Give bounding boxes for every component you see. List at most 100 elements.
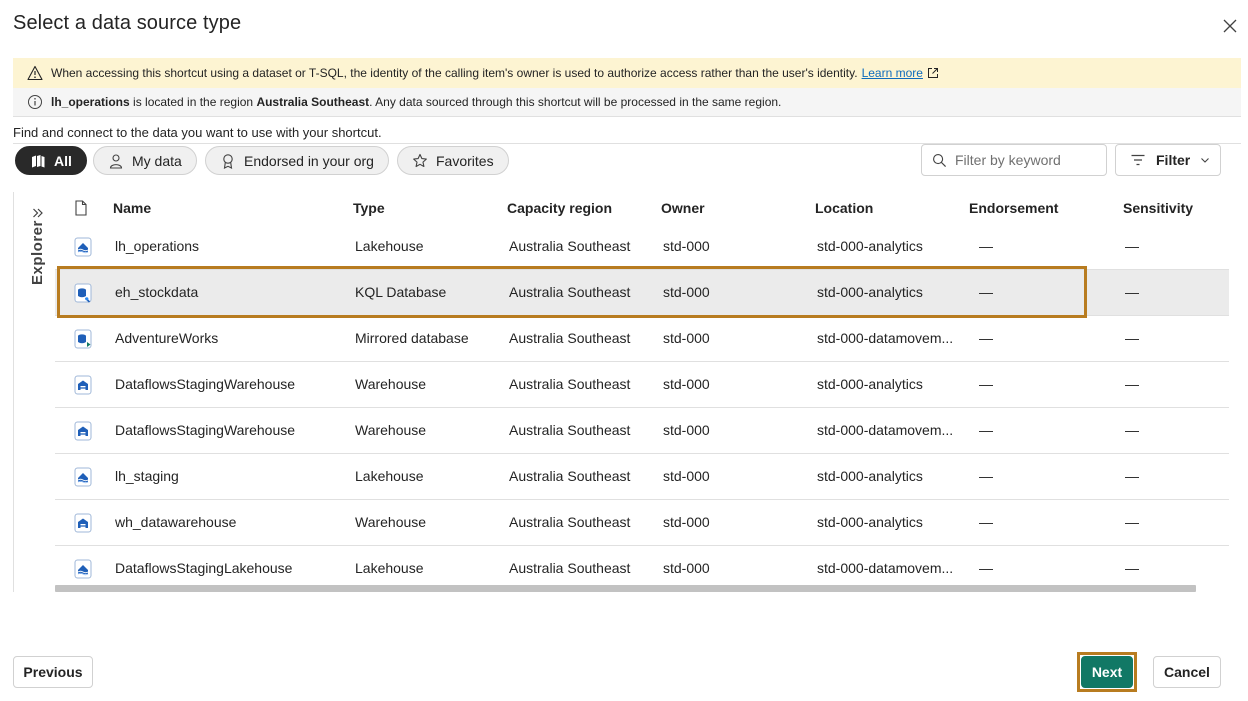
explorer-label[interactable]: Explorer bbox=[29, 220, 46, 285]
star-icon bbox=[413, 153, 427, 167]
cell-type: Lakehouse bbox=[355, 238, 424, 254]
cell-capacity-region: Australia Southeast bbox=[509, 514, 631, 530]
pill-favorites[interactable]: Favorites bbox=[397, 146, 509, 175]
kql-database-icon bbox=[74, 283, 92, 303]
cell-type: Mirrored database bbox=[355, 330, 469, 346]
pill-my-data[interactable]: My data bbox=[93, 146, 197, 175]
person-icon bbox=[109, 153, 123, 169]
cell-type: Lakehouse bbox=[355, 468, 424, 484]
filter-label: Filter bbox=[1156, 152, 1191, 168]
chevron-down-icon bbox=[1201, 158, 1210, 163]
header-capacity-region[interactable]: Capacity region bbox=[507, 200, 612, 216]
cell-owner: std-000 bbox=[663, 468, 710, 484]
info-text-mid: is located in the region bbox=[129, 95, 257, 109]
info-banner: lh_operations is located in the region A… bbox=[13, 88, 1241, 117]
cell-location: std-000-analytics bbox=[817, 284, 923, 300]
table-row[interactable]: DataflowsStagingWarehouse Warehouse Austra… bbox=[55, 408, 1229, 454]
cell-sensitivity: — bbox=[1125, 468, 1139, 484]
cell-type: Warehouse bbox=[355, 422, 427, 438]
pill-all[interactable]: All bbox=[15, 146, 87, 175]
learn-more-link[interactable]: Learn more bbox=[862, 66, 923, 80]
cell-sensitivity: — bbox=[1125, 238, 1139, 254]
warehouse-icon bbox=[74, 421, 92, 441]
warning-banner: When accessing this shortcut using a dat… bbox=[13, 58, 1241, 88]
previous-button[interactable]: Previous bbox=[13, 656, 93, 688]
info-text-end: . Any data sourced through this shortcut… bbox=[369, 95, 782, 109]
external-link-icon[interactable] bbox=[927, 67, 939, 79]
cell-location: std-000-datamovem... bbox=[817, 330, 954, 346]
cell-location: std-000-analytics bbox=[817, 238, 923, 254]
cell-location: std-000-analytics bbox=[817, 376, 923, 392]
cell-capacity-region: Australia Southeast bbox=[509, 376, 631, 392]
mirrored-database-icon bbox=[74, 329, 92, 349]
cell-location: std-000-datamovem... bbox=[817, 422, 954, 438]
cell-owner: std-000 bbox=[663, 284, 710, 300]
header-owner[interactable]: Owner bbox=[661, 200, 705, 216]
table-row[interactable]: eh_stockdata KQL Database Australia Southe… bbox=[55, 270, 1229, 316]
cell-owner: std-000 bbox=[663, 376, 710, 392]
table-row[interactable]: DataflowsStagingWarehouse Warehouse Austra… bbox=[55, 362, 1229, 408]
table-row[interactable]: wh_datawarehouse Warehouse Australia South… bbox=[55, 500, 1229, 546]
cell-name: lh_staging bbox=[115, 468, 179, 484]
lakehouse-icon bbox=[74, 467, 92, 487]
info-text: lh_operations is located in the region A… bbox=[51, 95, 781, 109]
header-location[interactable]: Location bbox=[815, 200, 873, 216]
cell-owner: std-000 bbox=[663, 238, 710, 254]
table-row[interactable]: lh_operations Lakehouse Australia Southeas… bbox=[55, 224, 1229, 270]
search-icon bbox=[933, 153, 947, 167]
header-type[interactable]: Type bbox=[353, 200, 385, 216]
filter-icon bbox=[1131, 154, 1145, 166]
file-icon bbox=[75, 200, 87, 216]
cell-capacity-region: Australia Southeast bbox=[509, 284, 631, 300]
pill-endorsed[interactable]: Endorsed in your org bbox=[205, 146, 389, 175]
pill-all-label: All bbox=[54, 152, 72, 169]
cell-sensitivity: — bbox=[1125, 560, 1139, 576]
table-row[interactable]: DataflowsStagingLakehouse Lakehouse Austra… bbox=[55, 546, 1229, 590]
warehouse-icon bbox=[74, 375, 92, 395]
cell-endorsement: — bbox=[979, 514, 993, 530]
cell-owner: std-000 bbox=[663, 330, 710, 346]
cell-endorsement: — bbox=[979, 468, 993, 484]
cell-type: Warehouse bbox=[355, 376, 427, 392]
info-item-name: lh_operations bbox=[51, 95, 130, 109]
lakehouse-icon bbox=[74, 559, 92, 579]
double-chevron-right-icon[interactable] bbox=[31, 206, 45, 220]
warehouse-icon bbox=[74, 513, 92, 533]
header-sensitivity[interactable]: Sensitivity bbox=[1123, 200, 1193, 216]
cell-name: wh_datawarehouse bbox=[115, 514, 237, 530]
lakehouse-icon bbox=[74, 237, 92, 257]
search-placeholder: Filter by keyword bbox=[955, 152, 1061, 168]
cell-location: std-000-datamovem... bbox=[817, 560, 954, 576]
search-input[interactable]: Filter by keyword bbox=[921, 144, 1107, 176]
cell-name: AdventureWorks bbox=[115, 330, 219, 346]
cancel-button[interactable]: Cancel bbox=[1153, 656, 1221, 688]
close-icon[interactable] bbox=[1220, 16, 1240, 36]
cell-capacity-region: Australia Southeast bbox=[509, 468, 631, 484]
cell-endorsement: — bbox=[979, 330, 993, 346]
info-icon bbox=[28, 95, 42, 109]
stack-icon bbox=[32, 154, 45, 167]
cell-type: KQL Database bbox=[355, 284, 447, 300]
cell-name: lh_operations bbox=[115, 238, 200, 254]
header-name[interactable]: Name bbox=[113, 200, 151, 216]
data-source-table: Name Type Capacity region Owner Location… bbox=[55, 192, 1229, 590]
cell-endorsement: — bbox=[979, 422, 993, 438]
cell-owner: std-000 bbox=[663, 422, 710, 438]
cell-name: DataflowsStagingWarehouse bbox=[115, 422, 296, 438]
cell-name: DataflowsStagingWarehouse bbox=[115, 376, 296, 392]
cell-type: Warehouse bbox=[355, 514, 427, 530]
filter-button[interactable]: Filter bbox=[1115, 144, 1221, 176]
explorer-panel: Explorer bbox=[13, 192, 55, 592]
cell-sensitivity: — bbox=[1125, 284, 1139, 300]
table-row[interactable]: lh_staging Lakehouse Australia Southeast st… bbox=[55, 454, 1229, 500]
cell-capacity-region: Australia Southeast bbox=[509, 238, 631, 254]
info-region: Australia Southeast bbox=[256, 95, 370, 109]
cell-name: DataflowsStagingLakehouse bbox=[115, 560, 293, 576]
next-button[interactable]: Next bbox=[1081, 656, 1133, 688]
cell-type: Lakehouse bbox=[355, 560, 424, 576]
horizontal-scrollbar[interactable] bbox=[55, 585, 1196, 592]
pill-my-data-label: My data bbox=[132, 152, 182, 169]
header-endorsement[interactable]: Endorsement bbox=[969, 200, 1058, 216]
cell-endorsement: — bbox=[979, 238, 993, 254]
table-row[interactable]: AdventureWorks Mirrored database Australia… bbox=[55, 316, 1229, 362]
